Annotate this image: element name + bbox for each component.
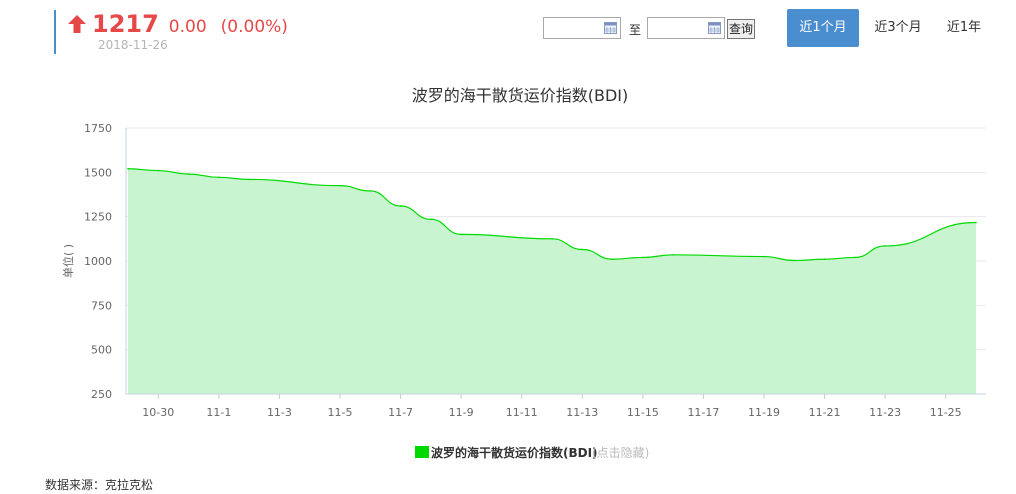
data-point: [399, 205, 402, 207]
x-tick-label: 11-13: [566, 406, 598, 419]
y-tick-label: 750: [91, 299, 112, 312]
x-tick-label: 11-1: [206, 406, 231, 419]
y-tick-label: 1250: [84, 211, 112, 224]
legend-item[interactable]: 波罗的海干散货运价指数(BDI) (点击隐藏): [415, 445, 649, 460]
data-point: [248, 178, 250, 181]
y-tick-label: 500: [91, 344, 112, 357]
data-point: [672, 253, 674, 256]
x-tick-label: 11-15: [627, 406, 659, 419]
data-point: [793, 259, 796, 262]
x-tick-label: 11-17: [687, 406, 719, 419]
data-point: [823, 258, 826, 261]
legend-hint: (点击隐藏): [592, 446, 649, 460]
x-tick-label: 11-25: [930, 406, 962, 419]
chart-title: 波罗的海干散货运价指数(BDI): [412, 86, 629, 105]
data-point: [157, 169, 160, 172]
bdi-chart: 波罗的海干散货运价指数(BDI) 250 500 750 1000 1250 1500 17…: [61, 86, 986, 460]
y-tick-label: 1750: [84, 122, 112, 135]
legend-label: 波罗的海干散货运价指数(BDI): [431, 445, 598, 460]
data-point: [187, 173, 190, 175]
x-tick-label: 11-11: [506, 406, 538, 419]
x-tick-label: 10-30: [142, 406, 174, 419]
data-point: [763, 255, 765, 258]
data-point: [611, 258, 614, 261]
series-area-fill: [128, 168, 976, 394]
data-source: 数据来源：克拉克松: [45, 478, 154, 492]
y-tick-label: 1500: [84, 166, 112, 179]
data-point: [854, 256, 856, 259]
data-point: [975, 221, 977, 224]
x-tick-label: 11-3: [267, 406, 292, 419]
data-point: [127, 167, 129, 170]
x-tick-label: 11-19: [748, 406, 780, 419]
x-tick-label: 11-7: [388, 406, 413, 419]
x-tick-label: 11-5: [328, 406, 353, 419]
data-point: [551, 238, 553, 240]
data-point: [642, 256, 644, 259]
data-point: [460, 233, 462, 236]
data-point: [339, 184, 341, 187]
y-axis-label: 单位( ): [61, 244, 75, 278]
data-point: [369, 190, 372, 192]
y-tick-label: 250: [91, 388, 112, 401]
data-point: [884, 245, 886, 247]
x-tick-label: 11-9: [449, 406, 474, 419]
x-tick-label: 11-23: [869, 406, 901, 419]
legend-swatch: [415, 446, 429, 458]
y-tick-label: 1000: [84, 255, 112, 268]
data-point: [581, 248, 584, 251]
data-point: [218, 176, 220, 179]
data-point: [430, 218, 432, 221]
x-tick-label: 11-21: [809, 406, 841, 419]
